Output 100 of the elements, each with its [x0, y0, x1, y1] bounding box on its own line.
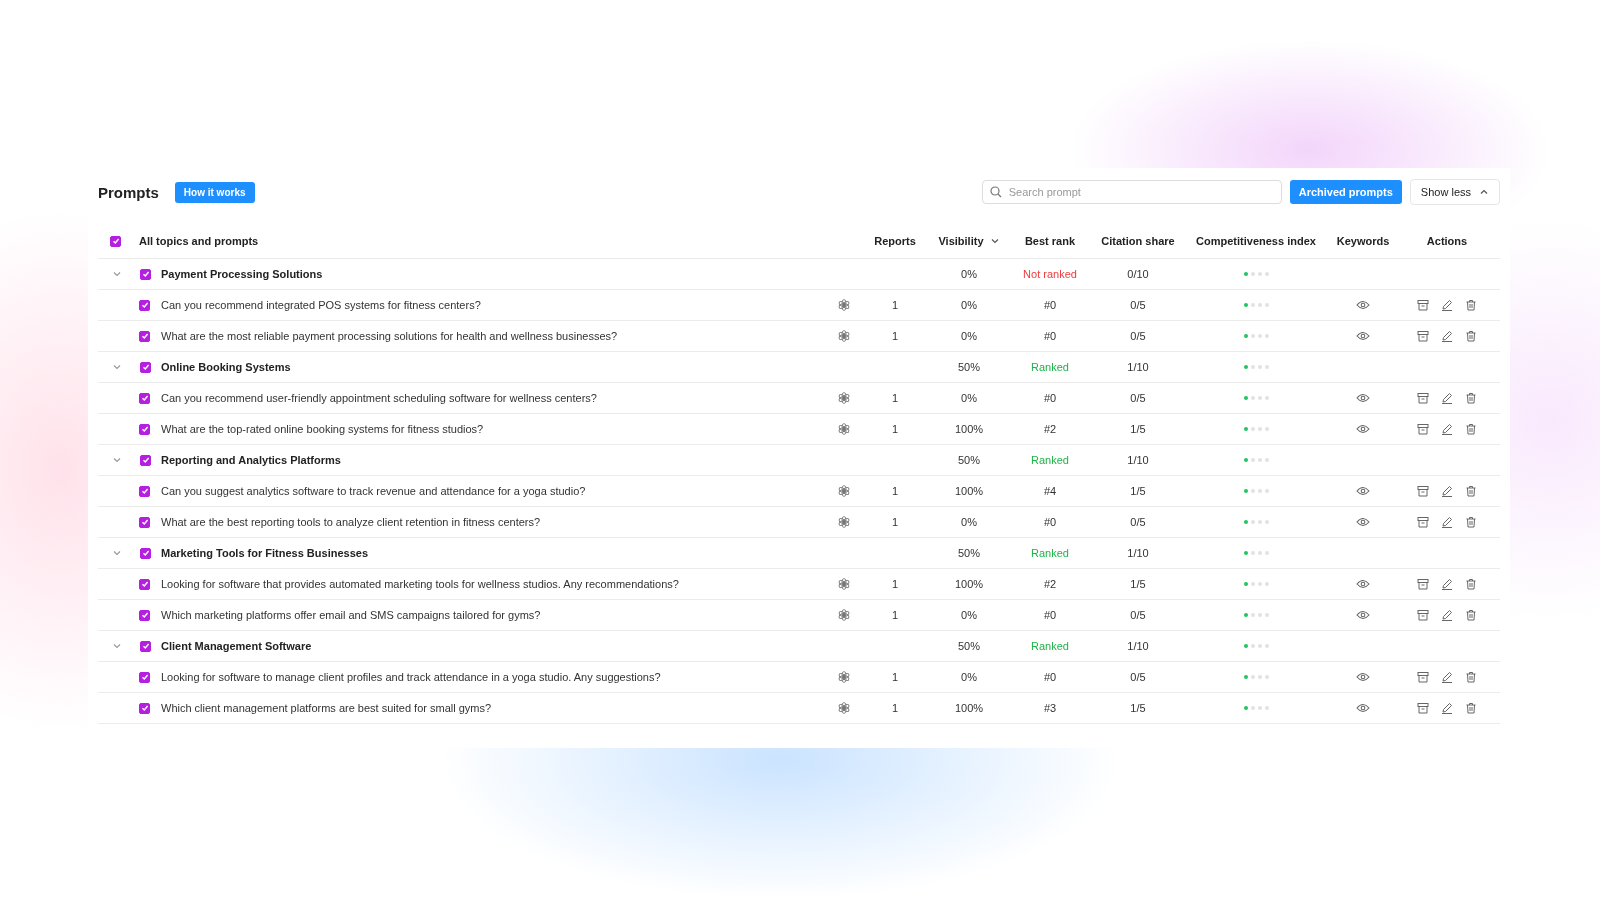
topic-name[interactable]: Online Booking Systems: [161, 361, 291, 373]
archive-icon[interactable]: [1417, 609, 1429, 621]
table-cell: 0/5: [1130, 609, 1146, 621]
archive-icon[interactable]: [1417, 485, 1429, 497]
pencil-icon[interactable]: [1441, 516, 1453, 528]
prompt-text[interactable]: Can you recommend integrated POS systems for fitness centers?: [161, 299, 481, 311]
prompt-text[interactable]: Which client management platforms are best suited for small gyms?: [161, 702, 492, 714]
checkbox[interactable]: [110, 235, 121, 247]
prompt-text[interactable]: What are the most reliable payment processing solutions for health and wellness businesses?: [161, 330, 618, 342]
table-cell: 100%: [954, 702, 984, 714]
pencil-icon[interactable]: [1441, 423, 1453, 435]
eye-icon[interactable]: [1356, 610, 1370, 620]
trash-icon[interactable]: [1465, 485, 1477, 497]
archive-icon[interactable]: [1417, 299, 1429, 311]
search-field[interactable]: Search prompt: [981, 180, 1282, 204]
topic-name[interactable]: Reporting and Analytics Platforms: [161, 454, 341, 466]
rosette-icon: [838, 423, 850, 435]
eye-icon[interactable]: [1356, 331, 1370, 341]
eye-icon[interactable]: [1356, 486, 1370, 496]
eye-icon[interactable]: [1356, 672, 1370, 682]
table-cell: 0/5: [1130, 299, 1146, 311]
pencil-icon[interactable]: [1441, 330, 1453, 342]
checkbox[interactable]: [140, 268, 151, 280]
eye-icon[interactable]: [1356, 517, 1370, 527]
checkbox[interactable]: [139, 299, 150, 311]
prompt-text[interactable]: Can you suggest analytics software to track revenue and attendance for a yoga studio?: [161, 485, 586, 497]
rosette-icon: [838, 609, 850, 621]
eye-icon[interactable]: [1356, 300, 1370, 310]
show-less-button[interactable]: Show less: [1409, 179, 1500, 205]
checkbox[interactable]: [139, 702, 150, 714]
pencil-icon[interactable]: [1441, 578, 1453, 590]
topic-name[interactable]: Payment Processing Solutions: [161, 268, 323, 280]
trash-icon[interactable]: [1465, 299, 1477, 311]
expand-toggle[interactable]: [112, 455, 122, 465]
table-cell: 1/10: [1127, 640, 1149, 652]
trash-icon[interactable]: [1465, 423, 1477, 435]
table-cell: 50%: [958, 547, 980, 559]
table-cell: 1/5: [1130, 702, 1146, 714]
table-cell: 0/5: [1130, 671, 1146, 683]
topic-name[interactable]: Client Management Software: [161, 640, 312, 652]
rosette-icon: [838, 392, 850, 404]
archive-icon[interactable]: [1417, 702, 1429, 714]
rank-status: Ranked: [1031, 361, 1069, 373]
eye-icon[interactable]: [1356, 703, 1370, 713]
prompt-text[interactable]: Looking for software that provides automated marketing tools for wellness studios. Any recommendations?: [161, 578, 679, 590]
checkbox[interactable]: [139, 578, 150, 590]
pencil-icon[interactable]: [1441, 392, 1453, 404]
checkbox[interactable]: [139, 392, 150, 404]
checkbox[interactable]: [140, 361, 151, 373]
archive-icon[interactable]: [1417, 578, 1429, 590]
pencil-icon[interactable]: [1441, 485, 1453, 497]
table-cell: 0/5: [1130, 392, 1146, 404]
column-header[interactable]: Visibility: [938, 235, 1000, 247]
checkbox[interactable]: [140, 454, 151, 466]
expand-toggle[interactable]: [112, 548, 122, 558]
trash-icon[interactable]: [1465, 392, 1477, 404]
checkbox[interactable]: [139, 423, 150, 435]
checkbox[interactable]: [139, 609, 150, 621]
trash-icon[interactable]: [1465, 578, 1477, 590]
chevron-down-icon: [112, 548, 122, 558]
eye-icon[interactable]: [1356, 393, 1370, 403]
archive-icon[interactable]: [1417, 671, 1429, 683]
checkbox[interactable]: [140, 547, 151, 559]
checkbox[interactable]: [139, 330, 150, 342]
table-cell: #0: [1043, 516, 1057, 528]
checkbox[interactable]: [139, 671, 150, 683]
prompt-text[interactable]: Looking for software to manage client profiles and track attendance in a yoga studio. Any suggestions?: [161, 671, 661, 683]
rosette-icon: [838, 330, 850, 342]
prompt-text[interactable]: What are the best reporting tools to analyze client retention in fitness centers?: [161, 516, 541, 528]
trash-icon[interactable]: [1465, 609, 1477, 621]
checkbox[interactable]: [139, 485, 150, 497]
trash-icon[interactable]: [1465, 702, 1477, 714]
trash-icon[interactable]: [1465, 330, 1477, 342]
table-cell: 0/5: [1130, 330, 1146, 342]
expand-toggle[interactable]: [112, 269, 122, 279]
table-cell: 1: [891, 485, 899, 497]
expand-toggle[interactable]: [112, 362, 122, 372]
rank-status: Ranked: [1031, 454, 1069, 466]
eye-icon[interactable]: [1356, 424, 1370, 434]
pencil-icon[interactable]: [1441, 702, 1453, 714]
archive-icon[interactable]: [1417, 516, 1429, 528]
checkbox[interactable]: [139, 516, 150, 528]
topic-name[interactable]: Marketing Tools for Fitness Businesses: [161, 547, 368, 559]
pencil-icon[interactable]: [1441, 299, 1453, 311]
pencil-icon[interactable]: [1441, 609, 1453, 621]
eye-icon[interactable]: [1356, 579, 1370, 589]
trash-icon[interactable]: [1465, 671, 1477, 683]
prompt-text[interactable]: What are the top-rated online booking systems for fitness studios?: [161, 423, 484, 435]
archive-icon[interactable]: [1417, 392, 1429, 404]
archive-icon[interactable]: [1417, 330, 1429, 342]
table-cell: 1/5: [1130, 578, 1146, 590]
pencil-icon[interactable]: [1441, 671, 1453, 683]
trash-icon[interactable]: [1465, 516, 1477, 528]
prompt-text[interactable]: Can you recommend user-friendly appointment scheduling software for wellness centers?: [161, 392, 597, 404]
table-cell: #0: [1043, 609, 1057, 621]
expand-toggle[interactable]: [112, 641, 122, 651]
checkbox[interactable]: [140, 640, 151, 652]
archive-icon[interactable]: [1417, 423, 1429, 435]
prompt-text[interactable]: Which marketing platforms offer email and SMS campaigns tailored for gyms?: [161, 609, 541, 621]
rosette-icon: [838, 485, 850, 497]
